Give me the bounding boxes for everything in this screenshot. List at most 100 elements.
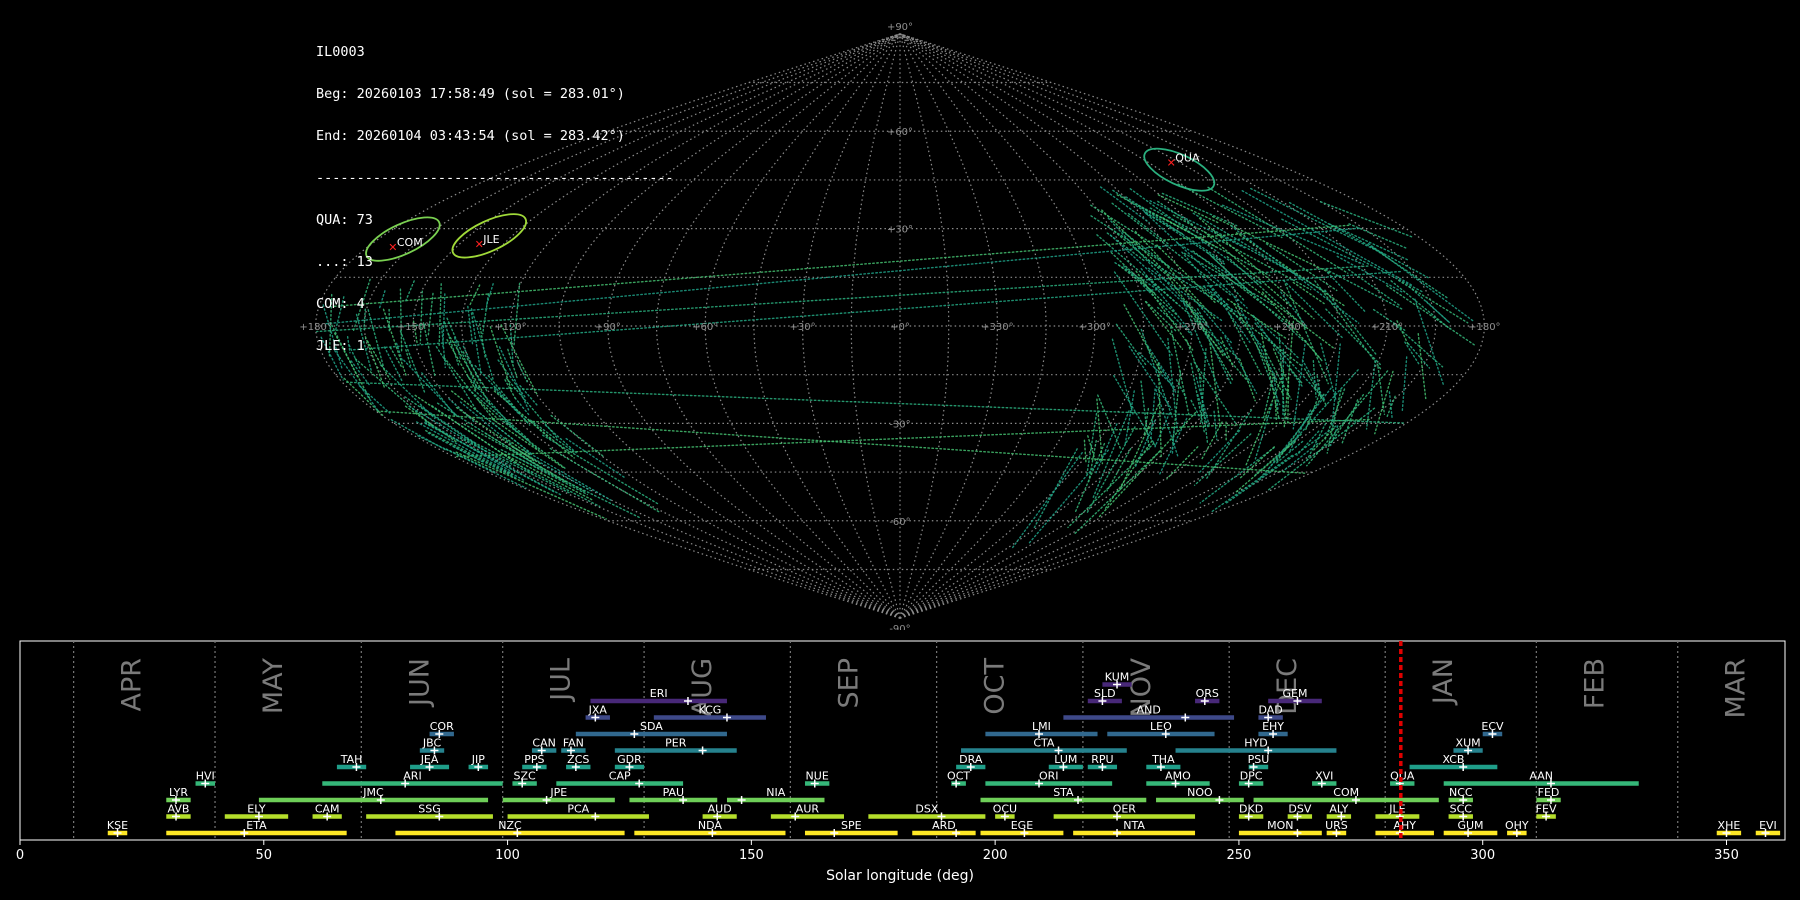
shower-label: GEM [1283, 687, 1308, 700]
shower-label: EGE [1011, 819, 1033, 832]
meteor-trail [1195, 376, 1210, 426]
shower-label: ARI [403, 770, 421, 783]
shower-count: JLE: 1 [316, 338, 365, 354]
shower-label: LYR [169, 786, 188, 799]
month-label: JAN [1428, 658, 1459, 706]
shower-label: COM [1333, 786, 1359, 799]
shower-label: DRA [959, 753, 983, 766]
meteor-trail [1325, 308, 1383, 367]
meteor-trail [1374, 370, 1394, 435]
latitude-label: +90° [887, 22, 913, 33]
x-tick-label: 150 [739, 848, 764, 863]
meteor-trail [1193, 433, 1252, 486]
shower-label: EVI [1759, 819, 1777, 832]
meteor-trail [1312, 360, 1317, 398]
x-tick-label: 350 [1714, 848, 1739, 863]
month-label: SEP [833, 658, 864, 708]
month-label: OCT [980, 658, 1011, 715]
meteor-trail [1417, 332, 1427, 400]
shower-label: FED [1538, 786, 1560, 799]
meteor-trail [1198, 376, 1209, 444]
shower-label: STA [1053, 786, 1074, 799]
shower-label: SZC [514, 770, 537, 783]
meteor-trail [1348, 223, 1408, 249]
longitude-label: +300° [1079, 322, 1111, 333]
meteor-trail [1304, 393, 1320, 431]
shower-label: AVB [168, 803, 190, 816]
meteor-trail [459, 437, 570, 494]
longitude-label: +60° [692, 322, 718, 333]
shower-label: FEV [1536, 803, 1557, 816]
meteor-trail [408, 405, 513, 468]
meteor-trail [1097, 394, 1122, 451]
meteor-trail [1203, 231, 1292, 308]
month-label: JUN [404, 658, 435, 708]
end-time: End: 20260104 03:43:54 (sol = 283.42°) [316, 128, 625, 144]
longitude-label: +240° [1273, 322, 1305, 333]
shower-label: ORS [1196, 687, 1219, 700]
meteor-trail [1377, 365, 1386, 416]
longitude-label: +30° [790, 322, 816, 333]
shower-label: JLE [1388, 803, 1405, 816]
meteor-trail [1224, 425, 1337, 505]
shower-label: AMO [1165, 770, 1191, 783]
shower-count: QUA: 73 [316, 212, 373, 228]
shower-count: COM: 4 [316, 296, 365, 312]
x-axis-label: Solar longitude (deg) [826, 868, 974, 884]
begin-time: Beg: 20260103 17:58:49 (sol = 283.01°) [316, 86, 625, 102]
shower-label: NOO [1187, 786, 1213, 799]
latitude-label: -30° [889, 419, 910, 430]
shower-label: RPU [1091, 753, 1113, 766]
shower-label: NCC [1449, 786, 1473, 799]
x-tick-label: 250 [1227, 848, 1252, 863]
meteor-trail [524, 416, 553, 441]
shower-label: AAN [1529, 770, 1553, 783]
shower-label: ALY [1329, 803, 1348, 816]
meteor-trail [550, 414, 605, 458]
shower-label: DPC [1240, 770, 1263, 783]
shower-label: URS [1325, 819, 1348, 832]
shower-count: ...: 13 [316, 254, 373, 270]
shower-label: XUM [1456, 737, 1481, 750]
meteor-trail [1201, 421, 1223, 460]
info-divider: ----------------------------------------… [316, 170, 674, 186]
shower-label: JBC [422, 737, 442, 750]
shower-label: EHY [1262, 720, 1284, 733]
meteor-trail [1319, 201, 1413, 238]
meteor-trail [1268, 387, 1332, 469]
shower-label: ZCS [567, 753, 589, 766]
shower-label: OHY [1505, 819, 1529, 832]
shower-label: KUM [1105, 671, 1129, 684]
meteor-trail [1096, 398, 1104, 465]
shower-label: XHE [1718, 819, 1741, 832]
shower-timeline: APR MAY JUN JUL AUG SEP OCT NOV DEC JAN FEB MARKUME… [16, 640, 1786, 863]
meteor-trail [1224, 336, 1258, 394]
month-label: JUL [546, 658, 577, 703]
meteor-trail [1157, 194, 1219, 224]
shower-label: KSE [107, 819, 128, 832]
meteor-trail [1099, 186, 1150, 224]
shower-label: KCG [698, 704, 721, 717]
x-tick-label: 50 [256, 848, 273, 863]
longitude-label: +270° [1176, 322, 1208, 333]
meteor-trail [1407, 342, 1431, 369]
shower-label: GUM [1457, 819, 1483, 832]
latitude-label: +30° [887, 225, 913, 236]
meteor-trail [1234, 440, 1296, 494]
meteor-trail [1083, 439, 1087, 464]
meteor-trail [1110, 251, 1179, 317]
meteor-trail [1150, 388, 1156, 441]
shower-label: ERI [650, 687, 668, 700]
meteor-trail [1113, 374, 1157, 448]
shower-label: NUE [806, 770, 829, 783]
month-label: FEB [1579, 658, 1610, 709]
meteor-trail [1386, 284, 1476, 346]
radiant-ellipse [1143, 147, 1216, 192]
meteor-trail [1326, 271, 1366, 313]
shower-label: GDR [617, 753, 642, 766]
shower-label: SCC [1450, 803, 1473, 816]
month-label: MAY [258, 658, 289, 715]
shower-label: OER [1113, 803, 1137, 816]
shower-label: JEA [420, 753, 439, 766]
meteor-trail [1166, 446, 1199, 480]
